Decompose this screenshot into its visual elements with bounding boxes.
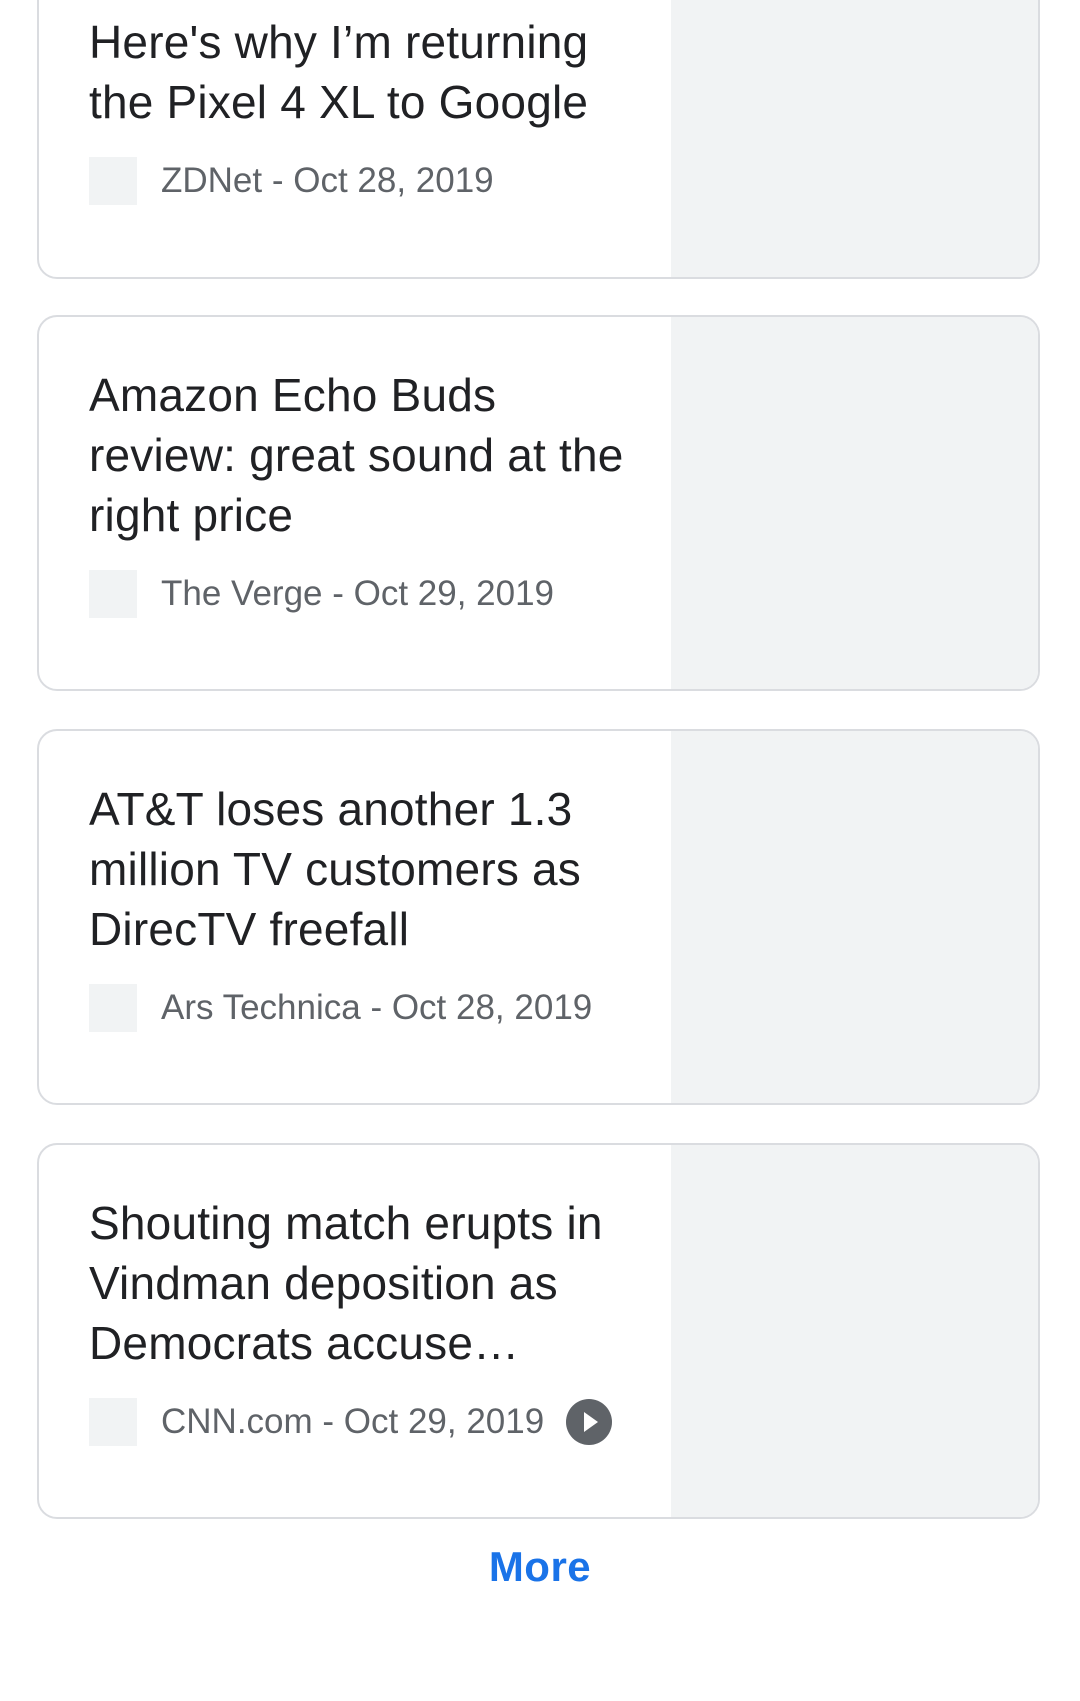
news-thumbnail[interactable] xyxy=(671,0,1038,277)
news-source: The Verge - Oct 29, 2019 xyxy=(161,574,555,613)
news-card[interactable]: Shouting match erupts in Vindman deposit… xyxy=(37,1143,1040,1519)
source-favicon xyxy=(89,570,137,618)
news-meta: ZDNet - Oct 28, 2019 xyxy=(89,157,494,205)
news-headline: AT&T loses another 1.3 million TV custom… xyxy=(89,783,582,955)
news-headline: Here's why I’m returning the Pixel 4 XL … xyxy=(89,16,589,128)
news-card[interactable]: Here's why I’m returning the Pixel 4 XL … xyxy=(37,0,1040,279)
news-thumbnail[interactable] xyxy=(671,317,1038,689)
more-button[interactable]: More xyxy=(0,1543,1080,1591)
source-favicon xyxy=(89,984,137,1032)
news-card[interactable]: Amazon Echo Buds review: great sound at … xyxy=(37,315,1040,691)
news-headline: Shouting match erupts in Vindman deposit… xyxy=(89,1197,603,1369)
news-card[interactable]: AT&T loses another 1.3 million TV custom… xyxy=(37,729,1040,1105)
news-meta: CNN.com - Oct 29, 2019 xyxy=(89,1398,613,1446)
play-icon xyxy=(566,1399,613,1445)
source-favicon xyxy=(89,1398,137,1446)
source-favicon xyxy=(89,157,137,205)
news-source: ZDNet - Oct 28, 2019 xyxy=(161,161,494,200)
news-headline: Amazon Echo Buds review: great sound at … xyxy=(89,369,624,541)
news-feed: Here's why I’m returning the Pixel 4 XL … xyxy=(0,0,1080,1701)
news-source: CNN.com - Oct 29, 2019 xyxy=(161,1402,545,1441)
news-source: Ars Technica - Oct 28, 2019 xyxy=(161,988,593,1027)
news-meta: Ars Technica - Oct 28, 2019 xyxy=(89,984,592,1032)
news-meta: The Verge - Oct 29, 2019 xyxy=(89,570,554,618)
news-thumbnail[interactable] xyxy=(671,731,1038,1103)
news-thumbnail[interactable] xyxy=(671,1145,1038,1517)
